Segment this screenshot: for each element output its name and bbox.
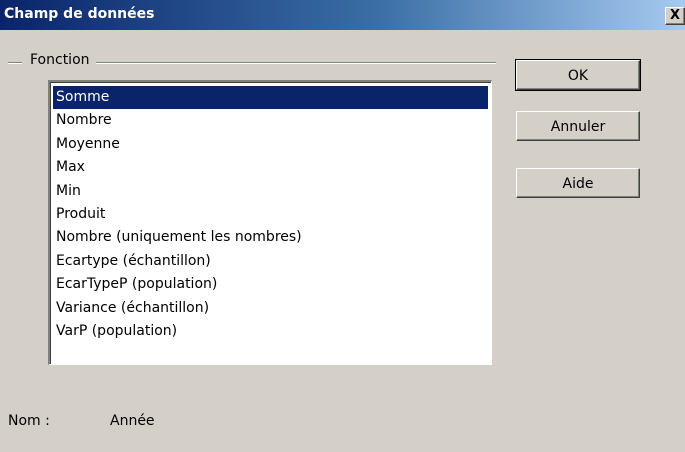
- list-item-variance[interactable]: Variance (échantillon): [53, 297, 488, 320]
- function-group-label: Fonction: [22, 52, 96, 68]
- list-item-nombre[interactable]: Nombre: [53, 109, 488, 132]
- name-value: Année: [110, 413, 155, 429]
- close-button[interactable]: X: [665, 7, 685, 25]
- list-item-ecartypep[interactable]: EcarTypeP (population): [53, 273, 488, 296]
- help-button[interactable]: Aide: [516, 168, 640, 198]
- list-item-somme[interactable]: Somme: [53, 86, 488, 110]
- name-label: Nom :: [8, 413, 50, 429]
- list-item-nombre-nombres[interactable]: Nombre (uniquement les nombres): [53, 226, 488, 249]
- function-listbox[interactable]: Somme Nombre Moyenne Max Min Produit Nom…: [48, 80, 492, 365]
- list-item-produit[interactable]: Produit: [53, 203, 488, 226]
- close-icon: X: [669, 8, 681, 23]
- title-bar[interactable]: Champ de données X: [0, 0, 685, 30]
- list-item-varp[interactable]: VarP (population): [53, 320, 488, 343]
- list-item-ecartype[interactable]: Ecartype (échantillon): [53, 250, 488, 273]
- ok-button[interactable]: OK: [515, 59, 641, 91]
- list-item-moyenne[interactable]: Moyenne: [53, 133, 488, 156]
- window-title: Champ de données: [4, 6, 155, 22]
- list-item-max[interactable]: Max: [53, 156, 488, 179]
- list-item-min[interactable]: Min: [53, 180, 488, 203]
- cancel-button[interactable]: Annuler: [516, 111, 640, 141]
